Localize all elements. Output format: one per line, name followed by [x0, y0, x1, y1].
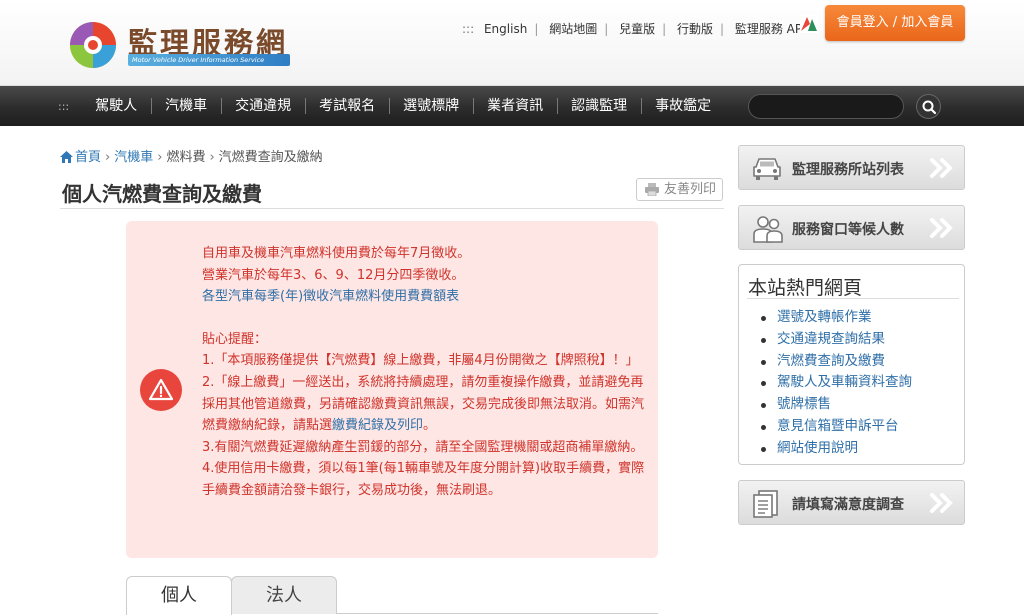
- nav-item-business[interactable]: 業者資訊: [473, 86, 557, 126]
- hot-link-feedback[interactable]: 意見信箱暨申訴平台: [777, 418, 899, 434]
- hot-link-usage-guide[interactable]: 網站使用說明: [777, 440, 858, 456]
- double-chevron-right-icon: [930, 218, 953, 238]
- app-store-icon[interactable]: [800, 15, 818, 33]
- breadcrumb-current: 汽燃費查詢及繳納: [218, 150, 323, 165]
- top-links: ::: English | 網站地圖 | 兒童版 | 行動版 | 監理服務 APP: [462, 22, 810, 36]
- double-chevron-right-icon: [930, 158, 953, 178]
- search-button[interactable]: [916, 94, 941, 119]
- nav-item-driver[interactable]: 駕駛人: [81, 86, 151, 126]
- hot-link-plate-selection[interactable]: 選號及轉帳作業: [777, 309, 872, 325]
- site-logo[interactable]: 監理服務網 Motor Vehicle Driver Information S…: [68, 18, 308, 74]
- payment-record-link[interactable]: 繳費紀錄及列印: [332, 418, 423, 433]
- search-icon: [922, 100, 937, 115]
- nav-item-accident[interactable]: 事故鑑定: [641, 86, 725, 126]
- hot-pages-list: 選號及轉帳作業 交通違規查詢結果 汽燃費查詢及繳費 駕駛人及車輛資料查詢 號牌標…: [761, 307, 912, 460]
- hot-pages-panel: 本站熱門網頁 選號及轉帳作業 交通違規查詢結果 汽燃費查詢及繳費 駕駛人及車輛資…: [738, 264, 965, 465]
- notice-text: 自用車及機車汽車燃料使用費於每年7月徵收。 營業汽車於每年3、6、9、12月分四…: [202, 243, 652, 502]
- print-label: 友善列印: [663, 182, 716, 197]
- accesskey-dots[interactable]: :::: [462, 22, 474, 36]
- nav-item-violation[interactable]: 交通違規: [221, 86, 305, 126]
- notice-box: 自用車及機車汽車燃料使用費於每年7月徵收。 營業汽車於每年3、6、9、12月分四…: [126, 221, 658, 558]
- logo-mark-icon: [70, 22, 116, 68]
- reminder-title: 貼心提醒：: [202, 331, 268, 347]
- nav-accesskey-dots[interactable]: :::: [58, 100, 69, 113]
- printer-icon: [645, 183, 659, 196]
- station-list-button[interactable]: 監理服務所站列表: [738, 145, 965, 190]
- reminder-item-3: 3.有關汽燃費延遲繳納產生罰鍰的部分，請至全國監理機關或超商補單繳納。: [202, 439, 644, 455]
- site-header: 監理服務網 Motor Vehicle Driver Information S…: [0, 0, 1024, 86]
- home-icon: [60, 151, 73, 163]
- nav-item-exam[interactable]: 考試報名: [305, 86, 389, 126]
- fee-table-link[interactable]: 各型汽車每季(年)徵收汽車燃料使用費費額表: [202, 289, 459, 304]
- tab-individual[interactable]: 個人: [126, 576, 232, 615]
- station-list-label: 監理服務所站列表: [792, 162, 904, 178]
- document-icon: [753, 490, 778, 518]
- hot-link-driver-vehicle[interactable]: 駕駛人及車輛資料查詢: [777, 374, 912, 390]
- payer-type-tabs: 個人 法人: [126, 576, 658, 615]
- tab-corporate[interactable]: 法人: [231, 576, 337, 614]
- breadcrumb: 首頁 › 汽機車 › 燃料費 › 汽燃費查詢及繳納: [60, 146, 323, 165]
- car-icon: [753, 158, 781, 180]
- login-register-button[interactable]: 會員登入 / 加入會員: [825, 5, 965, 41]
- hot-link-fuel-fee[interactable]: 汽燃費查詢及繳費: [777, 353, 885, 369]
- breadcrumb-vehicle[interactable]: 汽機車: [114, 150, 153, 165]
- survey-label: 請填寫滿意度調查: [792, 497, 904, 513]
- top-link-app[interactable]: 監理服務 APP: [735, 22, 810, 36]
- nav-item-about[interactable]: 認識監理: [557, 86, 641, 126]
- survey-button[interactable]: 請填寫滿意度調查: [738, 480, 965, 525]
- top-link-mobile[interactable]: 行動版: [677, 22, 713, 36]
- notice-line-1: 自用車及機車汽車燃料使用費於每年7月徵收。: [202, 246, 471, 261]
- logo-subtitle: Motor Vehicle Driver Information Service: [128, 54, 290, 66]
- page-title: 個人汽燃費查詢及繳費: [62, 182, 262, 206]
- friendly-print-button[interactable]: 友善列印: [636, 178, 723, 201]
- reminder-item-1: 1.「本項服務僅提供【汽燃費】線上繳費，非屬4月份開徵之【牌照稅】！」: [202, 353, 639, 369]
- waiting-count-button[interactable]: 服務窗口等候人數: [738, 205, 965, 250]
- main-nav: ::: 駕駛人 汽機車 交通違規 考試報名 選號標牌 業者資訊 認識監理 事故鑑…: [0, 86, 1024, 126]
- warning-icon: [140, 369, 182, 411]
- top-link-sitemap[interactable]: 網站地圖: [549, 22, 597, 36]
- reminder-item-4: 4.使用信用卡繳費，須以每1筆(每1輛車號及年度分開計算)收取手續費，實際手續費…: [202, 461, 645, 498]
- search-input[interactable]: [748, 94, 904, 119]
- title-divider: [60, 208, 724, 209]
- hot-link-violation-result[interactable]: 交通違規查詢結果: [777, 331, 885, 347]
- nav-item-plate[interactable]: 選號標牌: [389, 86, 473, 126]
- breadcrumb-fuel-fee: 燃料費: [166, 150, 206, 165]
- notice-line-2: 營業汽車於每年3、6、9、12月分四季徵收。: [202, 267, 465, 283]
- breadcrumb-home[interactable]: 首頁: [75, 150, 101, 165]
- reminder-item-2: 2.「線上繳費」一經送出，系統將持續處理，請勿重複操作繳費，並請避免再採用其他管…: [202, 374, 645, 434]
- hot-pages-title: 本站熱門網頁: [748, 277, 863, 299]
- top-link-kids[interactable]: 兒童版: [619, 22, 655, 36]
- double-chevron-right-icon: [930, 493, 953, 513]
- people-icon: [753, 216, 783, 243]
- hot-link-plate-auction[interactable]: 號牌標售: [777, 396, 831, 412]
- nav-item-vehicle[interactable]: 汽機車: [151, 86, 221, 126]
- waiting-count-label: 服務窗口等候人數: [792, 222, 904, 238]
- top-link-english[interactable]: English: [484, 22, 527, 36]
